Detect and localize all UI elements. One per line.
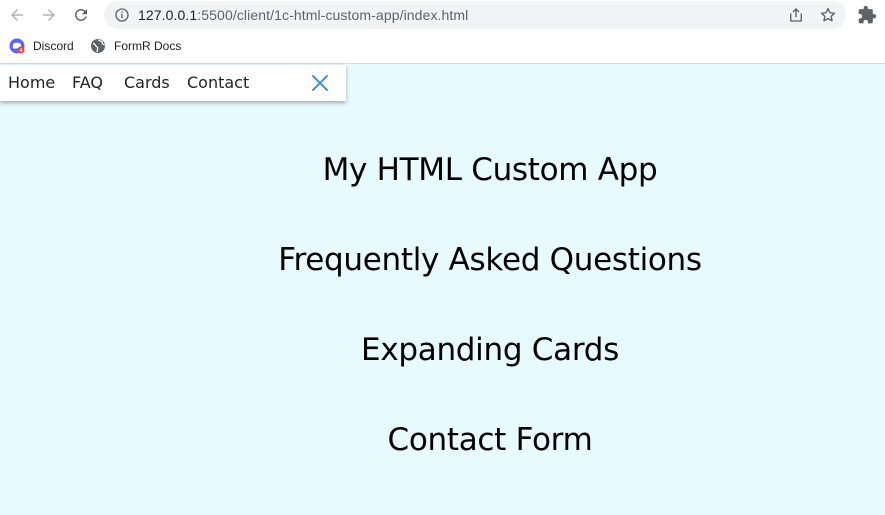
nav-link-contact[interactable]: Contact	[187, 73, 249, 92]
section-title-cards: Expanding Cards	[361, 332, 619, 368]
bookmark-label: FormR Docs	[114, 39, 182, 53]
reload-button[interactable]	[69, 3, 93, 27]
nav-link-cards[interactable]: Cards	[124, 73, 170, 92]
address-bar[interactable]: 127.0.0.1:5500/client/1c-html-custom-app…	[104, 1, 846, 29]
puzzle-icon[interactable]	[857, 5, 877, 25]
page-content: Home FAQ Cards Contact My HTML Custom Ap…	[0, 65, 885, 515]
arrow-left-icon	[11, 9, 23, 21]
globe-icon	[91, 39, 106, 53]
share-icon[interactable]	[787, 6, 805, 24]
section-title-app: My HTML Custom App	[322, 152, 658, 188]
nav-link-home[interactable]: Home	[8, 73, 55, 92]
bookmark-discord[interactable]: 4 Discord	[9, 38, 74, 54]
back-button[interactable]	[5, 3, 29, 27]
bookmarks-bar: 4 Discord FormR Docs	[0, 30, 885, 64]
nav-link-faq[interactable]: FAQ	[72, 73, 103, 92]
star-icon[interactable]	[819, 6, 837, 24]
bookmark-label: Discord	[33, 39, 74, 53]
close-icon[interactable]	[310, 73, 330, 93]
url-host: 127.0.0.1	[138, 7, 198, 23]
navbar: Home FAQ Cards Contact	[0, 65, 346, 101]
info-icon[interactable]	[114, 7, 130, 23]
section-title-contact: Contact Form	[387, 422, 593, 458]
bookmark-formr-docs[interactable]: FormR Docs	[90, 38, 181, 54]
discord-icon: 4	[9, 38, 25, 54]
browser-toolbar: 127.0.0.1:5500/client/1c-html-custom-app…	[0, 0, 885, 30]
reload-icon	[74, 8, 87, 21]
arrow-right-icon	[43, 9, 55, 21]
url-text[interactable]: 127.0.0.1:5500/client/1c-html-custom-app…	[138, 7, 468, 23]
section-title-faq: Frequently Asked Questions	[278, 242, 702, 278]
forward-button[interactable]	[37, 3, 61, 27]
url-path: :5500/client/1c-html-custom-app/index.ht…	[197, 7, 469, 23]
